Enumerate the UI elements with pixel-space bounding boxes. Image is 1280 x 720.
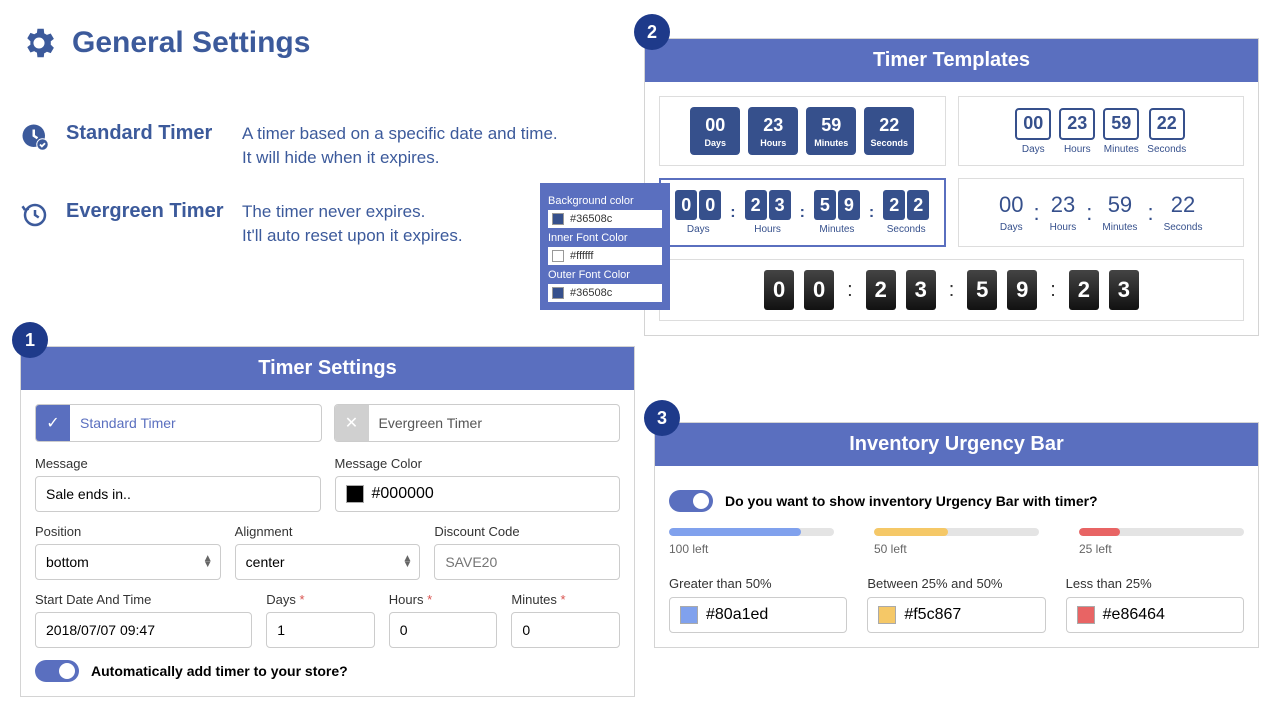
rule-lt25-label: Less than 25% [1066,576,1244,591]
standard-timer-description: Standard Timer A timer based on a specif… [20,122,558,170]
urgency-question-row: Do you want to show inventory Urgency Ba… [669,490,1244,512]
start-date-input[interactable] [35,612,252,648]
rule-gt50-label: Greater than 50% [669,576,847,591]
auto-add-row: Automatically add timer to your store? [35,660,620,682]
evergreen-timer-description: Evergreen Timer The timer never expires.… [20,200,463,248]
step-badge-2: 2 [634,14,670,50]
standard-timer-desc: A timer based on a specific date and tim… [242,122,558,170]
standard-timer-name: Standard Timer [66,122,226,145]
clock-check-icon [20,122,50,152]
bg-color-input[interactable]: #36508c [548,210,662,228]
days-input[interactable] [266,612,375,648]
message-input[interactable] [35,476,321,512]
start-date-label: Start Date And Time [35,592,252,607]
position-select[interactable] [35,544,221,580]
discount-input[interactable] [434,544,620,580]
discount-label: Discount Code [434,524,620,539]
minutes-label: Minutes * [511,592,620,607]
template-option-5[interactable]: 00: 23: 59: 23 [659,259,1244,321]
timer-settings-panel: Timer Settings ✓ Standard Timer ✕ Evergr… [20,346,635,697]
evergreen-timer-desc: The timer never expires. It'll auto rese… [242,200,463,248]
message-color-label: Message Color [335,456,621,471]
outer-font-input[interactable]: #36508c [548,284,662,302]
position-label: Position [35,524,221,539]
timer-settings-header: Timer Settings [21,347,634,390]
rule-25to50-label: Between 25% and 50% [867,576,1045,591]
template-option-4[interactable]: 00Days: 23Hours: 59Minutes: 22Seconds [958,178,1245,247]
days-label: Days * [266,592,375,607]
auto-add-label: Automatically add timer to your store? [91,663,348,679]
inventory-urgency-panel: Inventory Urgency Bar Do you want to sho… [654,422,1259,648]
rule-gt50-input[interactable]: #80a1ed [669,597,847,633]
check-icon: ✓ [36,405,70,441]
rule-25to50-input[interactable]: #f5c867 [867,597,1045,633]
hours-input[interactable] [389,612,498,648]
color-settings-popup: Background color #36508c Inner Font Colo… [540,183,670,310]
alignment-label: Alignment [235,524,421,539]
alignment-select[interactable] [235,544,421,580]
hours-label: Hours * [389,592,498,607]
bg-color-label: Background color [548,195,662,207]
gear-icon [20,24,58,62]
page-heading: General Settings [20,24,310,62]
inner-font-input[interactable]: #ffffff [548,247,662,265]
rule-lt25-input[interactable]: #e86464 [1066,597,1244,633]
message-label: Message [35,456,321,471]
refresh-clock-icon [20,200,50,230]
bar-100-left: 100 left [669,528,834,556]
step-badge-1: 1 [12,322,48,358]
outer-font-label: Outer Font Color [548,269,662,281]
bar-25-left: 25 left [1079,528,1244,556]
inventory-urgency-header: Inventory Urgency Bar [655,423,1258,466]
evergreen-timer-name: Evergreen Timer [66,200,226,223]
bar-50-left: 50 left [874,528,1039,556]
message-color-input[interactable]: #000000 [335,476,621,512]
step-badge-3: 3 [644,400,680,436]
tab-evergreen-label: Evergreen Timer [369,415,492,431]
close-icon: ✕ [335,405,369,441]
timer-templates-header: Timer Templates [645,39,1258,82]
template-option-2[interactable]: 00Days 23Hours 59Minutes 22Seconds [958,96,1245,166]
template-option-1[interactable]: 00Days 23Hours 59Minutes 22Seconds [659,96,946,166]
tab-standard-label: Standard Timer [70,415,186,431]
tab-standard-timer[interactable]: ✓ Standard Timer [35,404,322,442]
auto-add-toggle[interactable] [35,660,79,682]
urgency-toggle[interactable] [669,490,713,512]
inner-font-label: Inner Font Color [548,232,662,244]
tab-evergreen-timer[interactable]: ✕ Evergreen Timer [334,404,621,442]
page-title: General Settings [72,26,310,60]
urgency-question: Do you want to show inventory Urgency Ba… [725,493,1098,509]
timer-templates-panel: Timer Templates 00Days 23Hours 59Minutes… [644,38,1259,336]
template-option-3[interactable]: 00Days: 23Hours: 59Minutes: 22Seconds [659,178,946,247]
minutes-input[interactable] [511,612,620,648]
